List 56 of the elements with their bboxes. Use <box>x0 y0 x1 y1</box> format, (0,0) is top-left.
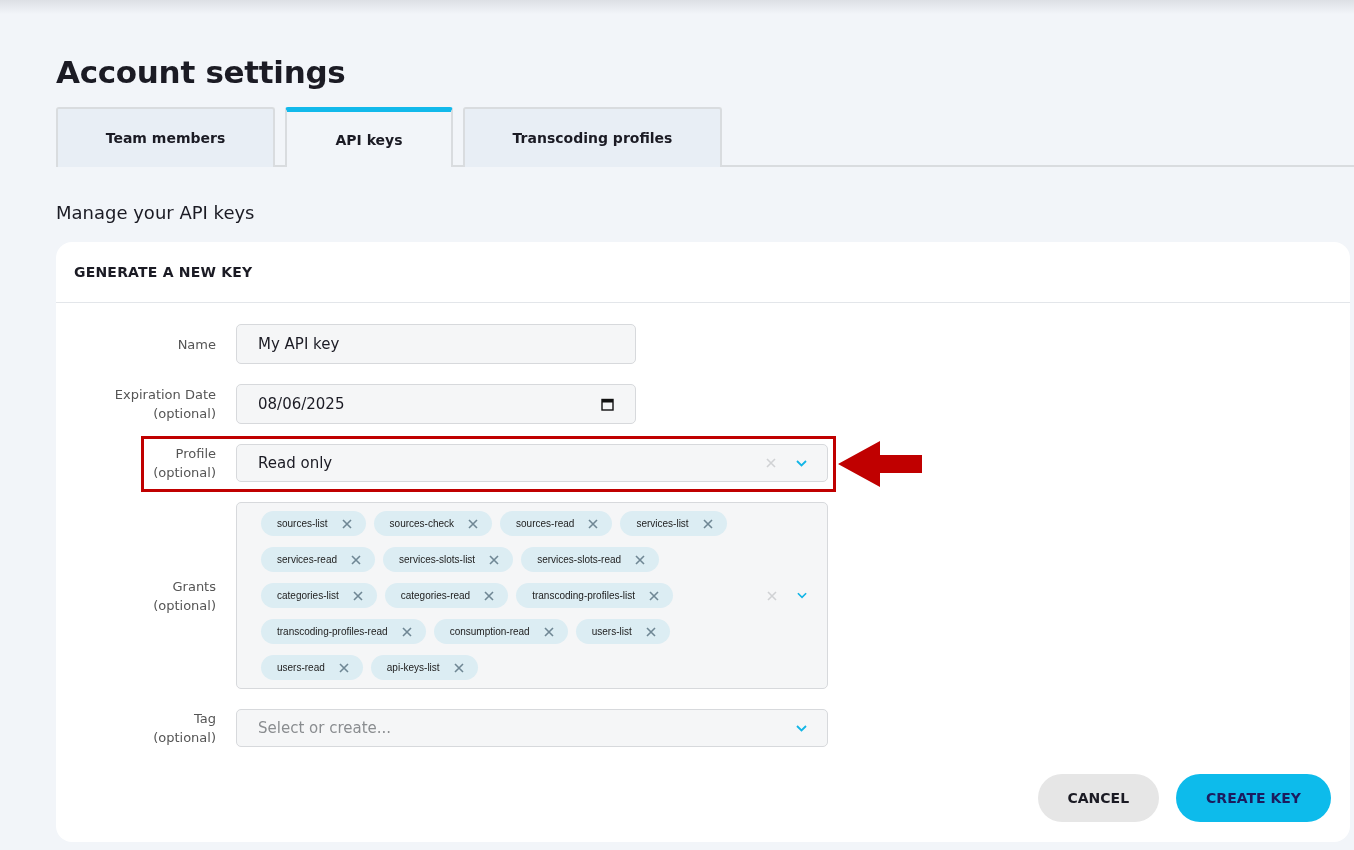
remove-icon[interactable] <box>645 626 656 637</box>
grants-select[interactable] <box>236 502 828 689</box>
grant-chip[interactable]: services-slots-list <box>383 547 514 572</box>
create-key-button[interactable]: CREATE KEY <box>1176 774 1331 822</box>
grant-chip[interactable]: users-read <box>261 655 363 680</box>
remove-icon[interactable] <box>489 554 500 565</box>
remove-icon[interactable] <box>543 626 554 637</box>
card-title: GENERATE A NEW KEY <box>74 264 253 280</box>
remove-icon[interactable] <box>702 518 713 529</box>
remove-icon[interactable] <box>649 590 659 601</box>
remove-icon[interactable] <box>635 554 646 565</box>
remove-icon[interactable] <box>588 518 599 529</box>
optional-hint: (optional) <box>153 464 216 482</box>
grant-chip[interactable]: services-list <box>620 511 727 536</box>
grant-chip[interactable]: services-slots-read <box>521 547 660 572</box>
tab[interactable]: Transcoding profiles <box>463 107 722 167</box>
grant-chip[interactable]: sources-list <box>261 511 366 536</box>
profile-select[interactable]: Read only <box>236 444 828 482</box>
remove-icon[interactable] <box>401 626 412 637</box>
tab[interactable]: API keys <box>285 107 453 167</box>
optional-hint: (optional) <box>153 729 216 747</box>
grant-chip[interactable]: sources-read <box>500 511 613 536</box>
remove-icon[interactable] <box>338 662 349 673</box>
tab[interactable]: Team members <box>56 107 275 167</box>
grant-chip[interactable]: transcoding-profiles-list <box>516 583 673 608</box>
arrow-icon <box>838 441 924 487</box>
remove-icon[interactable] <box>468 518 479 529</box>
field-label: Name <box>177 335 216 354</box>
grant-chip[interactable]: categories-read <box>384 583 509 608</box>
field-label: Tag <box>194 710 216 728</box>
grant-chip[interactable]: categories-list <box>261 583 377 608</box>
field-label: Grants <box>172 577 216 596</box>
remove-icon[interactable] <box>351 554 362 565</box>
grant-chip[interactable]: services-read <box>261 547 376 572</box>
chevron-down-icon[interactable] <box>796 724 807 732</box>
chevron-down-icon[interactable] <box>796 459 807 467</box>
optional-hint: (optional) <box>153 405 216 423</box>
grant-chip[interactable]: api-keys-list <box>370 655 478 680</box>
grant-chip[interactable]: sources-check <box>373 511 493 536</box>
grant-chip[interactable]: consumption-read <box>433 619 568 644</box>
grant-chip[interactable]: users-list <box>575 619 670 644</box>
optional-hint: (optional) <box>153 596 216 615</box>
cancel-button[interactable]: CANCEL <box>1037 774 1160 822</box>
page-title: Account settings <box>56 53 347 92</box>
chevron-down-icon[interactable] <box>796 592 807 599</box>
field-label: Profile <box>175 445 216 463</box>
page-subtitle: Manage your API keys <box>56 201 255 225</box>
calendar-icon[interactable] <box>601 397 614 411</box>
remove-icon[interactable] <box>484 590 495 601</box>
remove-icon[interactable] <box>453 662 464 673</box>
name-field[interactable]: My API key <box>236 324 636 364</box>
remove-icon[interactable] <box>341 518 352 529</box>
date-field[interactable]: 08/06/2025 <box>236 384 636 424</box>
grant-chip[interactable]: transcoding-profiles-read <box>261 619 426 644</box>
remove-icon[interactable] <box>352 590 363 601</box>
field-label: Expiration Date <box>114 386 216 404</box>
